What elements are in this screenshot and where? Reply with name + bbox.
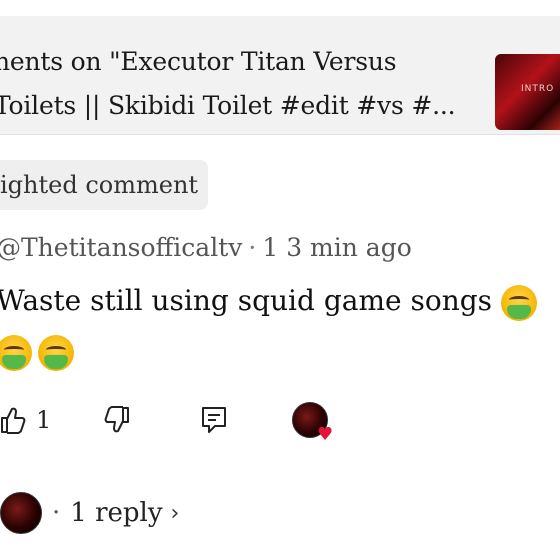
highlighted-comment-chip: ighted comment <box>0 160 209 210</box>
face-vomiting-icon <box>500 284 537 321</box>
like-button[interactable]: 1 <box>0 398 51 442</box>
video-title-line-2: Toilets || Skibidi Toilet #edit #vs #... <box>0 91 456 120</box>
comment-time: 3 min ago <box>286 233 412 262</box>
comments-header: nents on "Executor Titan Versus Toilets … <box>0 16 560 135</box>
meta-separator: · <box>248 233 257 262</box>
thumbs-down-icon <box>104 406 129 433</box>
view-replies-button[interactable]: · 1 reply › <box>0 488 560 538</box>
reply-separator: · <box>52 498 61 528</box>
comment-text: Waste still using squid game songs <box>0 284 493 317</box>
thumbs-up-icon <box>1 407 26 434</box>
dislike-button[interactable] <box>102 398 130 442</box>
reply-button[interactable] <box>200 398 228 442</box>
creator-heart-badge: ♥ <box>292 398 333 444</box>
reply-count: 1 reply <box>70 498 163 528</box>
video-thumbnail[interactable]: INTRO <box>495 54 560 130</box>
reply-avatar <box>0 492 42 534</box>
chevron-right-icon: › <box>170 500 180 526</box>
video-title[interactable]: nents on "Executor Titan Versus Toilets … <box>0 40 474 128</box>
comment-meta: @Thetitansofficaltv · 1 3 min ago <box>0 228 412 268</box>
reply-count-label: · 1 reply <box>52 498 163 528</box>
comment-actions: 1 ♥ <box>0 398 560 444</box>
comment-icon <box>202 407 226 433</box>
face-vomiting-icon <box>0 334 32 371</box>
comment-edited-marker: 1 <box>262 233 279 262</box>
creator-avatar: ♥ <box>292 402 333 444</box>
video-title-line-1: nents on "Executor Titan Versus <box>0 47 397 76</box>
like-count: 1 <box>36 406 52 434</box>
comment-author[interactable]: @Thetitansofficaltv <box>0 233 242 262</box>
thumbnail-text: INTRO <box>521 84 555 94</box>
heart-icon: ♥ <box>317 424 334 445</box>
comment-body: Waste still using squid game songs <box>0 276 560 376</box>
face-vomiting-icon <box>38 334 74 371</box>
